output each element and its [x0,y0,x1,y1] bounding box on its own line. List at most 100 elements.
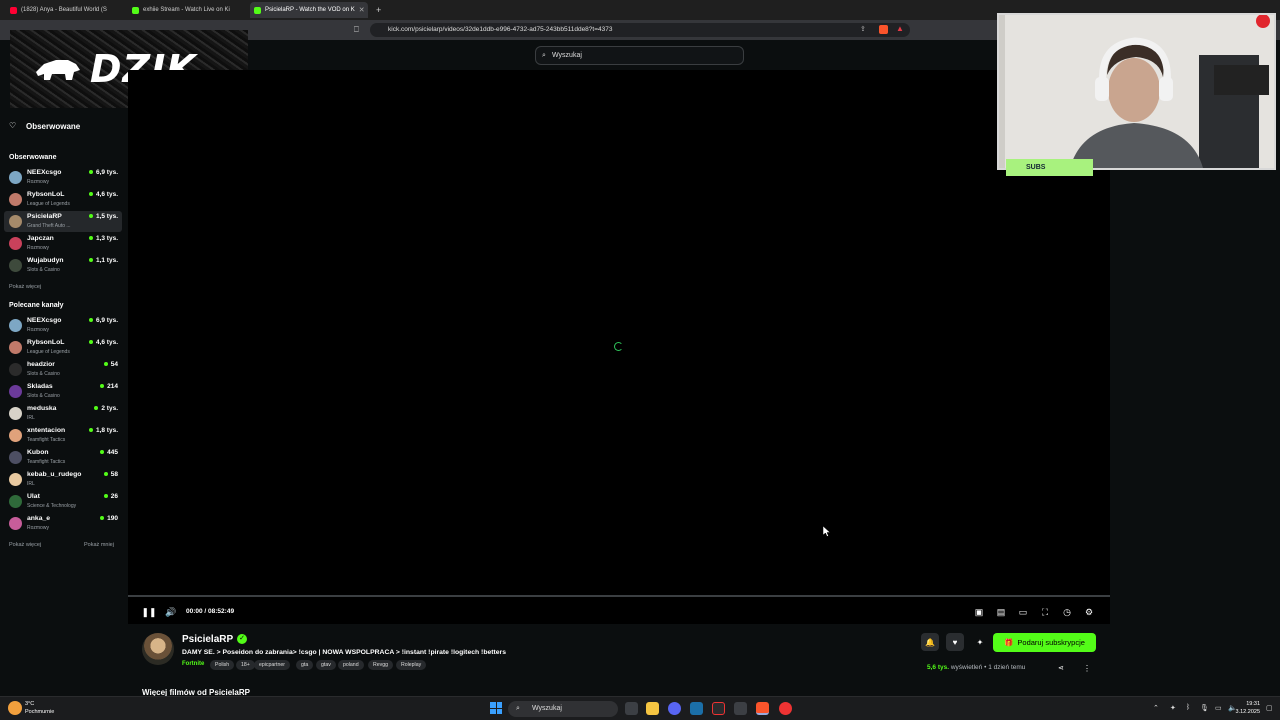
video-player[interactable] [128,70,1110,600]
boost-icon[interactable]: ✦ [971,633,989,651]
app-icon[interactable] [712,702,725,715]
tray-app-icon[interactable]: ✦ [1170,704,1176,712]
followed-heading: Obserwowane [9,154,57,161]
obs-icon[interactable] [779,702,792,715]
seek-bar[interactable] [128,595,1110,597]
channel-avatar [9,319,22,332]
monitor-icon[interactable]: ▭ [1215,704,1222,712]
notifications-icon[interactable]: ▢ [1266,704,1273,712]
mic-icon[interactable]: 🎙 [1200,704,1209,712]
file-explorer-icon[interactable] [646,702,659,715]
live-dot-icon [103,494,108,499]
discord-icon[interactable] [668,702,681,715]
sidebar-channel-item[interactable]: Kubon Teamfight Tactics 445 [4,447,122,468]
live-dot-icon [88,340,93,345]
brave-shield-icon[interactable] [879,25,888,34]
sidebar-channel-item[interactable]: PsicielaRP Grand Theft Auto ... 1,5 tys. [4,211,122,232]
viewer-count-value: 58 [110,471,118,478]
theater-mode-icon[interactable]: ▭ [1016,605,1030,619]
bluetooth-icon[interactable]: ᛒ [1186,704,1190,711]
tag-chip[interactable]: Polish [210,660,235,670]
youtube-favicon-icon [10,6,17,14]
sidebar-channel-item[interactable]: headzior Slots & Casino 54 [4,359,122,380]
tag-chip[interactable]: poland [338,660,364,670]
weather-desc: Pochmurnie [25,709,55,715]
viewer-count-value: 445 [107,449,118,456]
category-link[interactable]: Fortnite [182,661,204,667]
sidebar-channel-item[interactable]: NEEXcsgo Rozmowy 6,9 tys. [4,315,122,336]
follow-heart-button[interactable]: ♥ [946,633,964,651]
more-options-icon[interactable]: ⋮ [1083,664,1091,673]
steam-icon[interactable] [690,702,703,715]
notification-bell-button[interactable]: 🔔 [921,633,939,651]
tag-chip[interactable]: epicpartner [254,660,290,670]
sidebar-channel-item[interactable]: kebab_u_rudego IRL 58 [4,469,122,490]
channel-avatar [9,385,22,398]
volume-button[interactable]: 🔊 [164,605,178,619]
bookmark-icon[interactable]: ⎕ [354,25,359,35]
url-input[interactable]: kick.com/psicielarp/videos/32de1ddb-e996… [370,23,910,37]
show-more-followed-link[interactable]: Pokaż więcej [9,284,41,290]
settings-gear-icon[interactable]: ⚙ [1082,605,1096,619]
clock-time: 19:31 [1246,701,1260,707]
sidebar-channel-item[interactable]: xntentacion Teamfight Tactics 1,8 tys. [4,425,122,446]
tag-chip[interactable]: 18+ [236,660,255,670]
channel-name: Japczan [27,235,54,242]
taskbar-search-input[interactable]: ⌕ Wyszukaj [508,701,618,717]
tray-chevron-icon[interactable]: ⌃ [1153,704,1159,712]
sidebar-channel-item[interactable]: RybsonLoL League of Legends 4,6 tys. [4,189,122,210]
fullscreen-icon[interactable]: ⛶ [1038,605,1052,619]
sidebar-channel-item[interactable]: Japczan Rozmowy 1,3 tys. [4,233,122,254]
windows-start-icon[interactable] [490,702,502,714]
viewer-count: 26 [103,493,118,500]
viewer-count: 1,5 tys. [88,213,118,220]
channel-category: IRL [27,415,35,421]
channel-name[interactable]: PsicielaRP [182,634,233,645]
channel-category: Slots & Casino [27,393,60,399]
browser-tab-1[interactable]: (1828) Anya - Beautiful World (S [6,2,124,18]
tag-chip[interactable]: Revgg [368,660,393,670]
weather-widget[interactable]: 3°C Pochmurnie [25,700,54,716]
sidebar-nav-followed[interactable]: Obserwowane [26,122,80,131]
playback-speed-icon[interactable]: ◷ [1060,605,1074,619]
show-less-link[interactable]: Pokaż mniej [84,542,114,548]
brave-browser-icon[interactable] [756,702,769,715]
task-view-icon[interactable] [625,702,638,715]
channel-category: League of Legends [27,201,70,207]
browser-tab-2[interactable]: exhiie Stream - Watch Live on Ki [128,2,246,18]
rewards-icon[interactable]: ▲ [896,24,904,33]
tag-chip[interactable]: Roleplay [396,660,427,670]
miniplayer-icon[interactable]: ▣ [972,605,986,619]
search-input[interactable]: ⌕ Wyszukaj [535,46,744,65]
share-icon[interactable]: ⋖ [1058,664,1064,672]
channel-category: Rozmowy [27,245,49,251]
pause-button[interactable]: ❚❚ [141,605,156,619]
sidebar-channel-item[interactable]: anka_e Rozmowy 190 [4,513,122,534]
live-dot-icon [94,406,99,411]
sidebar-channel-item[interactable]: NEEXcsgo Rozmowy 6,9 tys. [4,167,122,188]
tag-chip[interactable]: gtav [316,660,336,670]
live-dot-icon [88,192,93,197]
share-icon[interactable]: ⇪ [860,25,866,33]
viewer-count-value: 1,8 tys. [95,427,118,434]
sidebar-channel-item[interactable]: Ulat Science & Technology 26 [4,491,122,512]
browser-tab-3[interactable]: PsicielaRP - Watch the VOD on K ✕ [250,2,368,18]
show-more-recommended-link[interactable]: Pokaż więcej [9,542,41,548]
tab-label: PsicielaRP - Watch the VOD on K [265,7,355,13]
viewer-count: 6,9 tys. [88,317,118,324]
taskbar-clock[interactable]: 19:31 3.12.2025 [1236,700,1260,716]
gift-subscription-button[interactable]: 🎁 Podaruj subskrypcje [993,633,1096,652]
new-tab-button[interactable]: + [372,2,386,18]
channel-avatar [9,473,22,486]
close-tab-icon[interactable]: ✕ [355,6,368,14]
sidebar-channel-item[interactable]: meduska IRL 2 tys. [4,403,122,424]
sidebar-channel-item[interactable]: Skladas Slots & Casino 214 [4,381,122,402]
sidebar-channel-item[interactable]: Wujabudyn Slots & Casino 1,1 tys. [4,255,122,276]
channel-avatar [9,495,22,508]
xbox-icon[interactable] [734,702,747,715]
channel-name: xntentacion [27,427,66,434]
clip-icon[interactable]: ▤ [994,605,1008,619]
channel-avatar[interactable] [142,633,174,665]
sidebar-channel-item[interactable]: RybsonLoL League of Legends 4,6 tys. [4,337,122,358]
tag-chip[interactable]: gta [296,660,314,670]
